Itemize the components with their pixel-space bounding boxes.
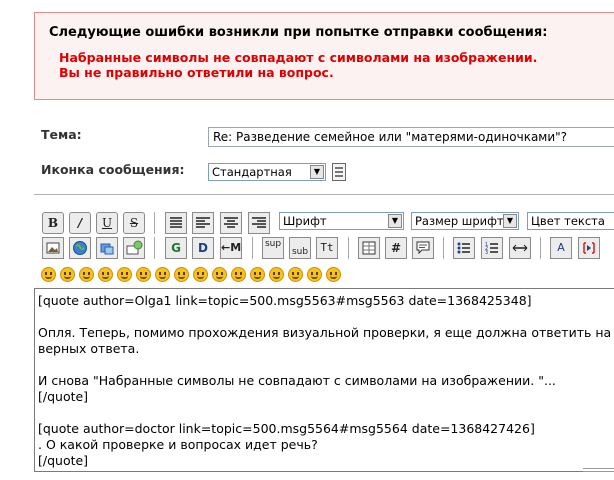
align-right-button[interactable] xyxy=(248,212,270,234)
toolbar-separator xyxy=(154,237,155,259)
bullet-list-icon xyxy=(457,242,470,254)
globe-icon xyxy=(73,241,87,255)
message-icon-label: Иконка сообщения: xyxy=(41,162,185,177)
insert-ftp-link-button[interactable] xyxy=(96,237,118,259)
move-button[interactable]: ←M xyxy=(220,237,242,259)
textarea-resize-handle[interactable] xyxy=(583,468,614,476)
italic-button[interactable]: / xyxy=(69,212,91,234)
toolbar-separator xyxy=(154,212,155,234)
chevron-down-icon: ▼ xyxy=(503,214,517,228)
message-line: . О какой проверке и вопросах идет речь? xyxy=(38,437,318,452)
shadow-button[interactable]: D xyxy=(192,237,214,259)
pre-icon xyxy=(170,217,182,228)
message-line: [/quote] xyxy=(38,389,89,404)
ftp-icon xyxy=(100,243,114,255)
align-left-icon xyxy=(196,217,210,228)
message-icon-preview xyxy=(332,163,346,181)
text-color-select-value: Цвет текста xyxy=(531,214,605,228)
glow-button[interactable]: G xyxy=(165,237,187,259)
error-title: Следующие ошибки возникли при попытке от… xyxy=(49,25,548,40)
align-center-icon xyxy=(224,217,238,228)
smiley-icon[interactable] xyxy=(41,267,56,282)
font-size-select-value: Размер шрифта xyxy=(415,214,511,228)
error-line: Набранные символы не совпадают с символа… xyxy=(59,50,538,65)
message-line: И снова "Набранные символы не совпадают … xyxy=(38,373,556,388)
font-size-select[interactable]: Размер шрифта ▼ xyxy=(411,212,519,230)
align-left-button[interactable] xyxy=(192,212,214,234)
message-line: Опля. Теперь, помимо прохождения визуаль… xyxy=(38,325,614,340)
message-icon-select-value: Стандартная xyxy=(212,165,292,179)
rolleyes-icon[interactable] xyxy=(212,267,227,282)
quote-icon xyxy=(416,241,430,255)
cry-icon[interactable] xyxy=(326,267,341,282)
subject-input[interactable]: Re: Разведение семейное или "матерями-од… xyxy=(208,127,614,147)
cool-icon[interactable] xyxy=(174,267,189,282)
toolbar-separator xyxy=(252,237,253,259)
sad-icon[interactable] xyxy=(136,267,151,282)
grin-icon[interactable] xyxy=(98,267,113,282)
numbered-list-button[interactable]: 123 xyxy=(481,237,503,259)
svg-text:3: 3 xyxy=(485,250,488,256)
toolbar-separator xyxy=(443,237,444,259)
undecided-icon[interactable] xyxy=(288,267,303,282)
angry-icon[interactable] xyxy=(117,267,132,282)
bold-button[interactable]: B xyxy=(42,212,64,234)
toolbar-separator xyxy=(348,237,349,259)
tongue-icon[interactable] xyxy=(231,267,246,282)
font-face-select[interactable]: Шрифт ▼ xyxy=(279,212,404,230)
toolbar-separator xyxy=(540,237,541,259)
align-center-button[interactable] xyxy=(220,212,242,234)
message-line: [quote author=Olga1 link=topic=500.msg55… xyxy=(38,293,532,308)
huh-icon[interactable] xyxy=(193,267,208,282)
font-face-select-value: Шрифт xyxy=(283,214,327,228)
subject-label: Тема: xyxy=(41,127,82,142)
spell-check-button[interactable]: A xyxy=(550,237,572,259)
align-right-icon xyxy=(252,217,266,228)
chevron-down-icon: ▼ xyxy=(310,165,324,179)
shocked-icon[interactable] xyxy=(155,267,170,282)
strikethrough-button[interactable]: S xyxy=(123,212,145,234)
message-line: [/quote] xyxy=(38,453,89,468)
wink-icon[interactable] xyxy=(60,267,75,282)
bullet-list-button[interactable] xyxy=(453,237,475,259)
insert-code-button[interactable]: # xyxy=(385,237,407,259)
toggle-view-button[interactable] xyxy=(578,237,600,259)
text-color-select[interactable]: Цвет текста xyxy=(527,212,614,230)
horizontal-rule-button[interactable] xyxy=(509,237,531,259)
cheesy-icon[interactable] xyxy=(79,267,94,282)
horizontal-rule-icon xyxy=(512,244,528,252)
divider xyxy=(34,194,614,195)
move-button-label: M xyxy=(230,241,242,254)
insert-table-button[interactable] xyxy=(358,237,380,259)
message-line: [quote author=doctor link=topic=500.msg5… xyxy=(38,421,535,436)
pre-button[interactable] xyxy=(165,212,187,234)
chevron-down-icon: ▼ xyxy=(388,214,402,228)
insert-image-button[interactable] xyxy=(42,237,64,259)
teletype-button[interactable]: Tt xyxy=(316,237,338,259)
message-line: верных ответа. xyxy=(38,341,140,356)
embarrassed-icon[interactable] xyxy=(250,267,265,282)
kiss-icon[interactable] xyxy=(307,267,322,282)
underline-button[interactable]: U xyxy=(96,212,118,234)
toggle-view-icon xyxy=(583,242,595,254)
subscript-button[interactable]: sub xyxy=(289,237,311,259)
email-icon xyxy=(126,240,143,255)
table-icon xyxy=(362,241,376,255)
numbered-list-icon: 123 xyxy=(485,242,498,256)
insert-quote-button[interactable] xyxy=(412,237,434,259)
insert-email-button[interactable] xyxy=(123,237,145,259)
insert-link-button[interactable] xyxy=(69,237,91,259)
image-icon xyxy=(46,242,60,254)
lipsrsealed-icon[interactable] xyxy=(269,267,284,282)
message-icon-select[interactable]: Стандартная ▼ xyxy=(208,163,326,181)
superscript-button[interactable]: sup xyxy=(262,237,284,259)
error-line: Вы не правильно ответили на вопрос. xyxy=(59,65,334,80)
